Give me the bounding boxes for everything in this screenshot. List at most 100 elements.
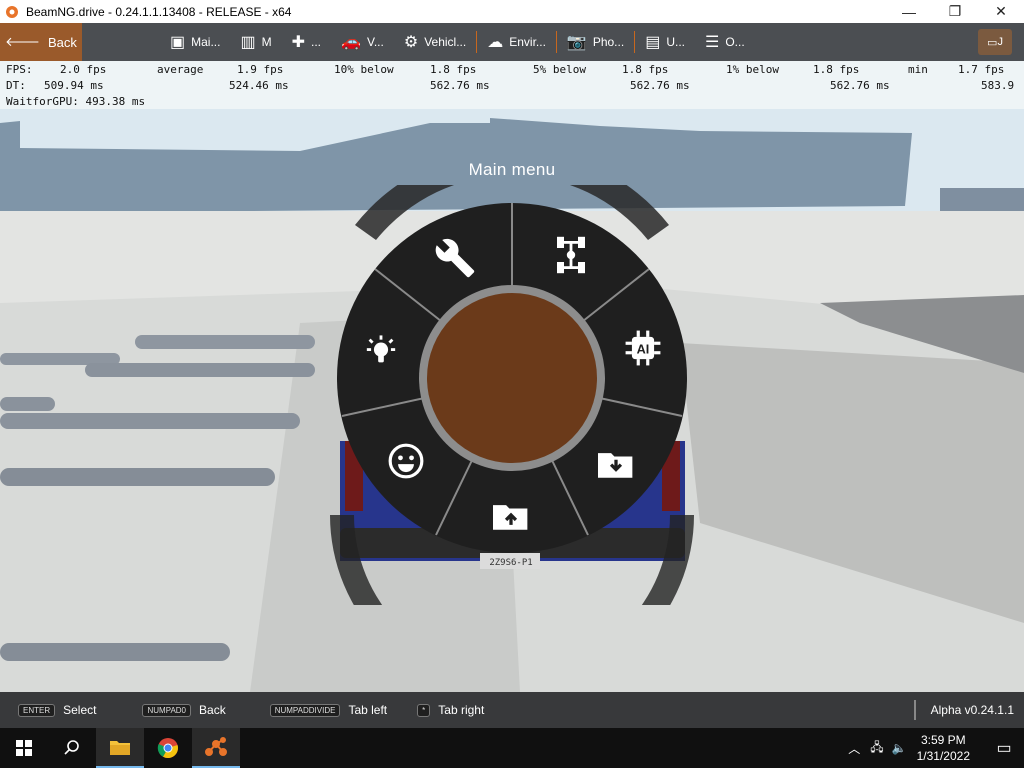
hint-select[interactable]: ENTER Select (18, 703, 96, 717)
tab-label: ... (311, 35, 322, 49)
load-folder-icon (598, 453, 633, 478)
perf-10pct-value: 1.8 fps (430, 63, 477, 76)
chassis-icon (557, 236, 585, 274)
taskbar-chrome[interactable] (144, 728, 192, 768)
radial-item-save[interactable] (488, 492, 534, 538)
minimize-button[interactable]: — (886, 0, 932, 23)
perf-dt-min: 583.9 (981, 79, 1015, 92)
perf-average-value: 1.9 fps (237, 63, 284, 76)
hint-label: Select (63, 703, 97, 717)
lightbulb-icon (366, 335, 396, 363)
radial-center-swatch (427, 293, 597, 463)
tab-label: Mai... (191, 35, 221, 49)
version-separator (914, 700, 916, 720)
map-icon: ▥ (240, 34, 256, 51)
maximize-button[interactable]: ❐ (932, 0, 978, 23)
hint-label: Back (199, 703, 226, 717)
arrow-left-icon: 🡐 (5, 34, 40, 49)
hint-back[interactable]: NUMPAD0 Back (142, 703, 226, 717)
volume-muted-icon[interactable]: 🔈 (892, 741, 907, 755)
perf-dt-label: DT: (6, 79, 26, 92)
window-title: BeamNG.drive - 0.24.1.1.13408 - RELEASE … (26, 4, 292, 19)
tab-main-menu[interactable]: ▣ Mai... (160, 23, 230, 61)
perf-10pct-label: 10% below (334, 63, 394, 76)
license-plate: 2Z9S6-P1 (489, 558, 533, 568)
tab-vehicles[interactable]: 🚗 V... (331, 23, 394, 61)
notifications-icon[interactable]: ▭ (984, 738, 1024, 758)
radial-item-lights[interactable] (358, 328, 404, 374)
chevron-up-icon[interactable]: ︿ (848, 740, 860, 757)
tab-vehicle-config[interactable]: ⚙ Vehicl... (394, 23, 476, 61)
engine-icon: ⚙ (403, 34, 419, 51)
clock-time: 3:59 PM (920, 733, 966, 747)
keyboard-icon: ▭ (987, 36, 998, 49)
radial-item-parts-config[interactable] (548, 232, 594, 278)
toggle-ui-button[interactable]: ▭ J (978, 29, 1012, 55)
taskbar-file-explorer[interactable] (96, 728, 144, 768)
hint-label: Tab left (348, 703, 388, 717)
hint-tab-left[interactable]: NUMPADDIVIDE Tab left (269, 703, 388, 717)
system-tray: ︿ 🖧 🔈 3:59 PM 1/31/2022 ▭ (848, 728, 1024, 768)
tab-map[interactable]: ▥ M (230, 23, 281, 61)
radial-menu-title: Main menu (468, 160, 556, 179)
perf-5pct-label: 5% below (533, 63, 586, 76)
radial-item-load[interactable] (593, 440, 639, 486)
beamng-app-icon (205, 737, 227, 756)
save-folder-icon (493, 505, 528, 530)
network-icon[interactable]: 🖧 (870, 738, 883, 759)
grid-icon: ▣ (170, 34, 186, 51)
ui-apps-icon: ▤ (645, 34, 661, 51)
tab-label: Vehicl... (424, 35, 467, 49)
tab-options[interactable]: ☰ O... (695, 23, 755, 61)
tab-label: Envir... (509, 35, 546, 49)
top-nav-bar: 🡐 Back ▣ Mai... ▥ M ✚... 🚗 V... ⚙ Vehicl... … (0, 23, 1024, 61)
perf-waitforgpu: WaitforGPU: 493.38 ms (6, 95, 146, 108)
camera-icon: 📷 (566, 34, 587, 51)
ai-icon: AI (625, 330, 661, 366)
taskbar-beamng[interactable] (192, 728, 240, 768)
emoji-icon (388, 443, 424, 479)
tab-photo[interactable]: 📷 Pho... (557, 23, 634, 61)
radial-item-emotes[interactable] (383, 438, 429, 484)
clock-date: 1/31/2022 (916, 749, 970, 763)
perf-1pct-value: 1.8 fps (813, 63, 860, 76)
clock[interactable]: 3:59 PM 1/31/2022 (917, 732, 970, 764)
key-enter: ENTER (18, 703, 56, 717)
search-button[interactable] (48, 728, 96, 768)
car-icon: 🚗 (341, 34, 361, 51)
perf-dt-10pct: 562.76 ms (430, 79, 490, 92)
perf-fps-label: FPS: (6, 63, 33, 76)
radial-item-repair[interactable] (430, 235, 480, 281)
perf-dt-5pct: 562.76 ms (630, 79, 690, 92)
beamng-logo-icon (6, 5, 18, 18)
perf-dt-average: 524.46 ms (229, 79, 289, 92)
radial-item-ai[interactable]: AI (620, 325, 666, 371)
tab-mods[interactable]: ✚... (282, 23, 331, 61)
perf-min-value: 1.7 fps (958, 63, 1005, 76)
window-titlebar: BeamNG.drive - 0.24.1.1.13408 - RELEASE … (0, 0, 1024, 23)
wrench-icon (435, 238, 475, 278)
puzzle-icon: ✚ (291, 34, 305, 51)
perf-1pct-label: 1% below (726, 63, 779, 76)
folder-icon (110, 741, 130, 755)
windows-logo-icon (16, 740, 32, 756)
tab-environment[interactable]: ☁ Envir... (477, 23, 556, 61)
close-button[interactable]: ✕ (978, 0, 1024, 23)
windows-taskbar: ︿ 🖧 🔈 3:59 PM 1/31/2022 ▭ (0, 728, 1024, 768)
weather-icon: ☁ (487, 34, 504, 51)
start-button[interactable] (0, 728, 48, 768)
toggle-ui-key: J (997, 36, 1003, 48)
perf-dt-1pct: 562.76 ms (830, 79, 890, 92)
svg-text:AI: AI (637, 343, 650, 357)
perf-min-label: min (908, 63, 928, 76)
back-button[interactable]: 🡐 Back (0, 23, 82, 61)
game-version: Alpha v0.24.1.1 (930, 703, 1014, 717)
sliders-icon: ☰ (704, 34, 720, 51)
controls-hint-bar: ENTER Select NUMPAD0 Back NUMPADDIVIDE Tab … (0, 692, 1024, 728)
tab-label: O... (725, 35, 745, 49)
tab-label: Pho... (592, 35, 625, 49)
hint-tab-right[interactable]: * Tab right (417, 703, 484, 717)
search-icon (64, 740, 79, 755)
hint-label: Tab right (438, 703, 485, 717)
tab-ui-apps[interactable]: ▤ U... (635, 23, 695, 61)
